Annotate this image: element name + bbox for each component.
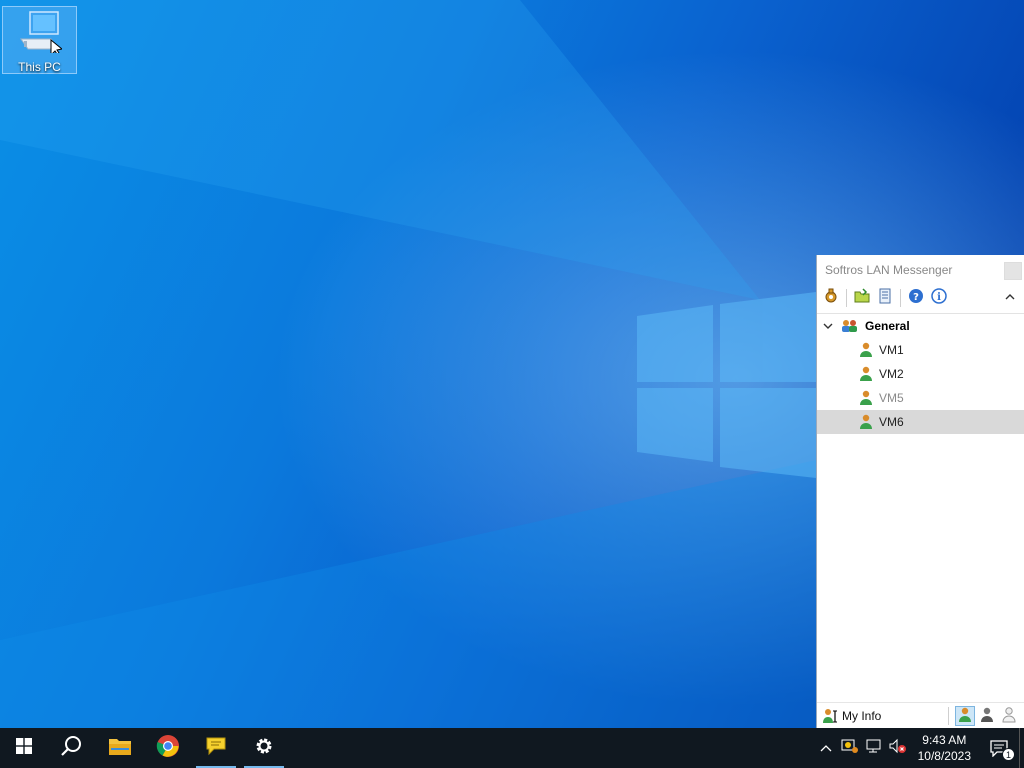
taskbar: 9:43 AM 10/8/2023 1: [0, 728, 1024, 768]
chevron-up-icon: [1005, 288, 1015, 306]
tray-messenger-button[interactable]: [838, 728, 862, 768]
user-online-icon: [859, 366, 873, 382]
notification-icon: 1: [989, 739, 1015, 761]
clock[interactable]: 9:43 AM 10/8/2023: [910, 732, 979, 764]
user-label: VM2: [879, 367, 904, 381]
computer-icon: [18, 7, 63, 58]
open-folder-button[interactable]: [852, 287, 872, 309]
softros-messenger-button[interactable]: [192, 728, 240, 768]
info-button[interactable]: i: [929, 287, 949, 309]
chrome-button[interactable]: [144, 728, 192, 768]
user-online-icon: [859, 342, 873, 358]
user-item-vm5[interactable]: VM5: [817, 386, 1024, 410]
collapse-button[interactable]: [1002, 289, 1018, 305]
messenger-window[interactable]: Softros LAN Messenger ? i General VM1 VM…: [816, 255, 1024, 728]
tray-messenger-icon: [841, 738, 859, 759]
chrome-icon: [156, 734, 180, 763]
status-switcher: [948, 706, 1019, 726]
clock-date: 10/8/2023: [917, 749, 971, 763]
messenger-title-bar[interactable]: Softros LAN Messenger: [817, 255, 1024, 285]
clock-time: 9:43 AM: [922, 733, 967, 747]
my-info-link[interactable]: My Info: [842, 709, 881, 723]
user-label: VM5: [879, 391, 904, 405]
user-online-icon: [859, 414, 873, 430]
search-button[interactable]: [48, 728, 96, 768]
open-folder-icon: [854, 287, 870, 309]
user-item-vm1[interactable]: VM1: [817, 338, 1024, 362]
window-title: Softros LAN Messenger: [825, 263, 953, 277]
toolbar-separator: [900, 289, 901, 307]
settings-icon: [823, 288, 839, 309]
message-history-button[interactable]: [875, 288, 895, 308]
action-center-button[interactable]: 1: [979, 728, 1019, 768]
info-icon: i: [931, 287, 947, 309]
status-away-icon: [980, 707, 994, 726]
system-tray: 9:43 AM 10/8/2023 1: [814, 728, 1024, 768]
status-separator: [948, 707, 949, 725]
messenger-status-bar: My Info: [817, 702, 1024, 728]
status-online-button[interactable]: [955, 706, 975, 726]
user-online-icon: [859, 390, 873, 406]
close-button[interactable]: [1004, 262, 1022, 280]
group-users-icon: [841, 319, 859, 333]
help-icon: ?: [908, 288, 924, 309]
volume-button[interactable]: [886, 728, 910, 768]
message-history-icon: [877, 288, 893, 309]
group-label: General: [865, 319, 910, 333]
user-label: VM1: [879, 343, 904, 357]
status-offline-button[interactable]: [999, 706, 1019, 726]
search-icon: [61, 735, 83, 762]
my-info-icon: [822, 708, 838, 724]
status-online-icon: [958, 707, 972, 726]
chevron-down-icon[interactable]: [823, 322, 835, 330]
softros-messenger-icon: [204, 735, 228, 762]
status-away-button[interactable]: [977, 706, 997, 726]
desktop-icon-label: This PC: [18, 60, 61, 74]
status-offline-icon: [1002, 706, 1016, 726]
svg-text:i: i: [937, 292, 941, 303]
settings-icon: [254, 736, 274, 761]
settings-app-button[interactable]: [240, 728, 288, 768]
file-explorer-button[interactable]: [96, 728, 144, 768]
settings-button[interactable]: [821, 288, 841, 308]
show-hidden-icons-button[interactable]: [814, 728, 838, 768]
help-button[interactable]: ?: [906, 288, 926, 308]
tree-group-general[interactable]: General: [817, 314, 1024, 338]
network-button[interactable]: [862, 728, 886, 768]
notification-count-badge: 1: [1002, 748, 1015, 761]
user-label: VM6: [879, 415, 904, 429]
file-explorer-icon: [108, 736, 132, 761]
network-icon: [865, 738, 883, 759]
user-item-vm6[interactable]: VM6: [817, 410, 1024, 434]
desktop-icon-this-pc[interactable]: This PC: [2, 6, 77, 74]
chevron-up-icon: [820, 739, 832, 757]
messenger-toolbar: ? i: [817, 285, 1024, 311]
toolbar-separator: [846, 289, 847, 307]
svg-text:?: ?: [913, 292, 919, 303]
show-desktop-button[interactable]: [1019, 728, 1024, 768]
volume-muted-icon: [888, 738, 908, 759]
start-button[interactable]: [0, 728, 48, 768]
contact-tree: General VM1 VM2 VM5 VM6: [817, 313, 1024, 434]
start-icon: [16, 737, 32, 759]
user-item-vm2[interactable]: VM2: [817, 362, 1024, 386]
